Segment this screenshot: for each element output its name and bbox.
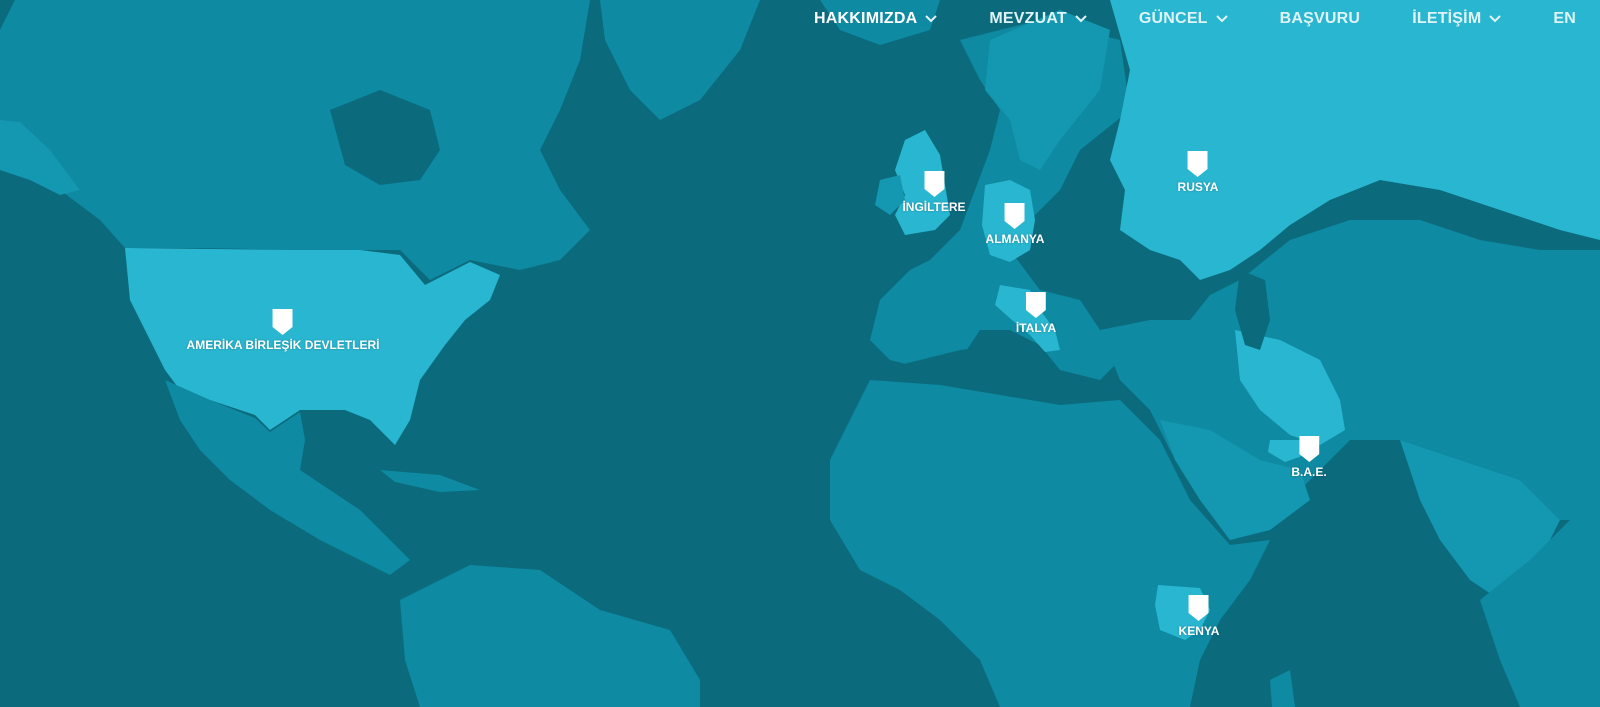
chevron-down-icon xyxy=(1075,15,1087,23)
map-pin-icon xyxy=(1188,151,1208,177)
marker-label-italy: İTALYA xyxy=(1015,321,1057,335)
marker-label-uae: B.A.E. xyxy=(1291,465,1327,479)
map-pin-icon xyxy=(924,171,944,197)
nav-iletisim[interactable]: İLETİŞİM xyxy=(1412,10,1502,28)
map-pin-icon xyxy=(273,309,293,335)
world-map-svg xyxy=(0,0,1600,707)
marker-uk[interactable]: İNGİLTERE xyxy=(902,171,966,214)
marker-label-uk: İNGİLTERE xyxy=(902,200,966,214)
nav-guncel[interactable]: GÜNCEL xyxy=(1139,10,1228,28)
marker-label-russia: RUSYA xyxy=(1177,180,1219,194)
nav-hakkimizda[interactable]: HAKKIMIZDA xyxy=(814,10,938,28)
marker-label-germany: ALMANYA xyxy=(985,232,1045,246)
chevron-down-icon xyxy=(1489,15,1502,23)
nav-label-iletisim: İLETİŞİM xyxy=(1412,10,1482,27)
chevron-down-icon xyxy=(925,15,938,23)
top-navigation: HAKKIMIZDA MEVZUAT GÜNCEL BAŞVURU İLETİŞ… xyxy=(762,0,1600,38)
chevron-down-icon xyxy=(1215,15,1228,23)
marker-label-usa: AMERİKA BİRLEŞİK DEVLETLERİ xyxy=(186,338,380,352)
marker-germany[interactable]: ALMANYA xyxy=(985,203,1045,246)
map-pin-icon xyxy=(1299,436,1319,462)
map-pin-icon xyxy=(1005,203,1025,229)
marker-russia[interactable]: RUSYA xyxy=(1177,151,1219,194)
marker-usa[interactable]: AMERİKA BİRLEŞİK DEVLETLERİ xyxy=(186,309,380,352)
map-pin-icon xyxy=(1189,595,1209,621)
nav-label-guncel: GÜNCEL xyxy=(1138,10,1208,27)
nav-label-basvuru: BAŞVURU xyxy=(1279,10,1361,27)
marker-uae[interactable]: B.A.E. xyxy=(1291,436,1327,479)
marker-kenya[interactable]: KENYA xyxy=(1178,595,1220,638)
marker-label-kenya: KENYA xyxy=(1178,624,1220,638)
world-map xyxy=(0,0,1600,707)
marker-italy[interactable]: İTALYA xyxy=(1016,292,1056,335)
nav-basvuru[interactable]: BAŞVURU xyxy=(1280,10,1361,28)
language-label: EN xyxy=(1553,10,1576,27)
nav-mevzuat[interactable]: MEVZUAT xyxy=(989,10,1087,28)
language-switch-en[interactable]: EN xyxy=(1553,10,1576,28)
nav-label-mevzuat: MEVZUAT xyxy=(989,10,1067,27)
map-pin-icon xyxy=(1026,292,1046,318)
nav-label-hakkimizda: HAKKIMIZDA xyxy=(814,10,918,27)
